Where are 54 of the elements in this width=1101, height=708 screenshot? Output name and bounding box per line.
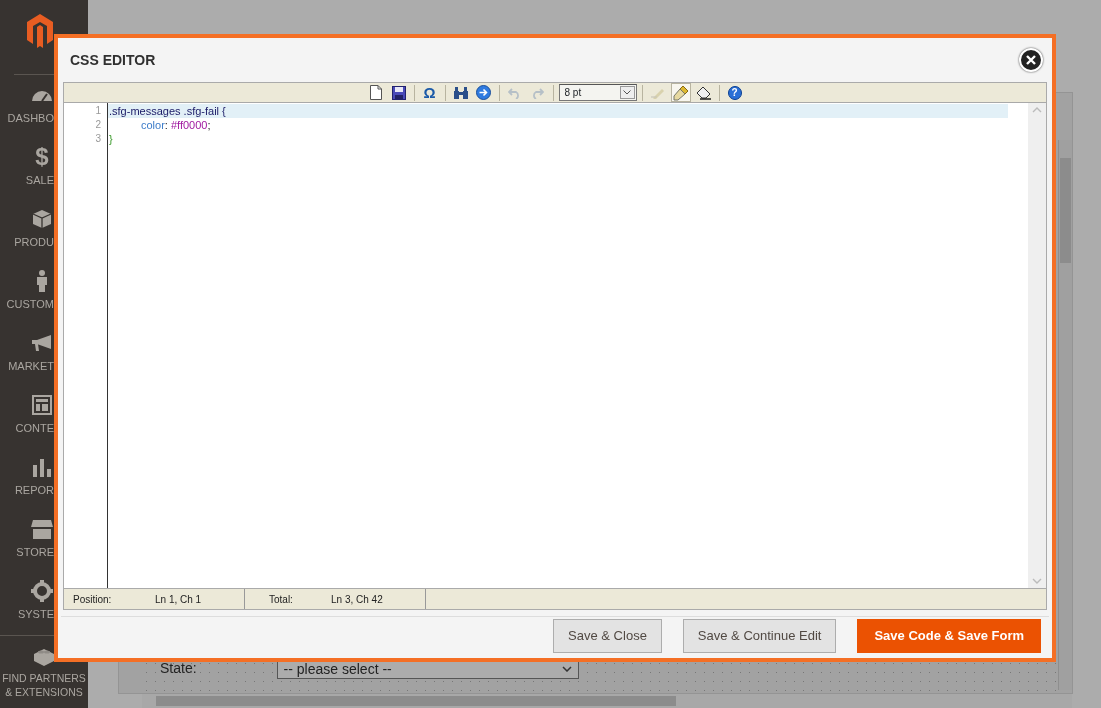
go-to-line-button[interactable]	[473, 83, 494, 102]
save-button[interactable]: Save & Continue Edit	[682, 619, 837, 653]
dollar-icon: $	[31, 145, 53, 169]
menu-item-label[interactable]: SYSTE	[0, 606, 54, 623]
menu-item-label[interactable]: CUSTOM	[0, 296, 54, 313]
line-number: 3	[94, 132, 102, 146]
gear-icon	[31, 580, 53, 602]
scrollbar[interactable]	[142, 694, 1072, 708]
scrollbar[interactable]	[1058, 140, 1072, 690]
save-button[interactable]: Save & Close	[553, 619, 662, 653]
status-label: Position:	[73, 592, 113, 607]
save-icon	[391, 85, 406, 100]
font-size-select[interactable]: 8 pt	[558, 84, 637, 101]
eraser-icon	[695, 85, 712, 100]
person-icon	[36, 270, 48, 292]
logo-icon	[27, 14, 53, 48]
megaphone-icon	[31, 334, 53, 352]
redo-icon	[531, 86, 544, 99]
status-value: Ln 1, Ch 1	[155, 592, 202, 607]
bar-chart-icon	[32, 457, 52, 477]
menu-item-label[interactable]: STORE	[0, 544, 54, 561]
menu-item-label[interactable]: SALE	[0, 172, 54, 189]
page-icon	[369, 85, 382, 100]
chevron-up-icon	[1032, 107, 1042, 113]
storefront-icon	[31, 519, 53, 539]
save-form-button[interactable]: Save Code & Save Form	[857, 619, 1041, 653]
binoculars-icon	[452, 85, 469, 100]
line-number: 2	[94, 118, 102, 132]
line-number: 1	[94, 104, 102, 118]
menu-item-label[interactable]: MARKET	[0, 358, 54, 375]
box-icon	[32, 209, 52, 229]
undo-icon	[508, 86, 521, 99]
scrollbar[interactable]	[1028, 103, 1046, 588]
menu-item-label[interactable]: PRODU	[0, 234, 54, 251]
brick-icon	[33, 646, 55, 666]
status-value: Ln 3, Ch 42	[331, 592, 383, 607]
chevron-down-icon	[623, 90, 631, 95]
status-label: Total:	[269, 592, 294, 607]
code-line: }	[108, 132, 114, 146]
menu-item-label[interactable]: DASHBO	[0, 110, 54, 127]
close-button[interactable]	[1019, 48, 1043, 72]
chevron-down-icon	[1032, 578, 1042, 584]
field-label: State:	[160, 659, 197, 678]
layout-icon	[32, 395, 52, 415]
menu-item-label[interactable]: CONTE	[0, 420, 54, 437]
gauge-icon	[31, 89, 53, 101]
close-icon	[1026, 55, 1036, 65]
menu-item-label[interactable]: FIND PARTNERS & EXTENSIONS	[0, 671, 88, 699]
dialog-title: CSS EDITOR	[70, 50, 156, 70]
arrow-circle-icon	[476, 85, 491, 100]
code-line: color: #ff0000;	[140, 118, 212, 132]
chevron-down-icon	[561, 665, 572, 672]
special-character-button[interactable]: Ω	[419, 83, 440, 102]
menu-item-label[interactable]: REPOR	[0, 482, 54, 499]
